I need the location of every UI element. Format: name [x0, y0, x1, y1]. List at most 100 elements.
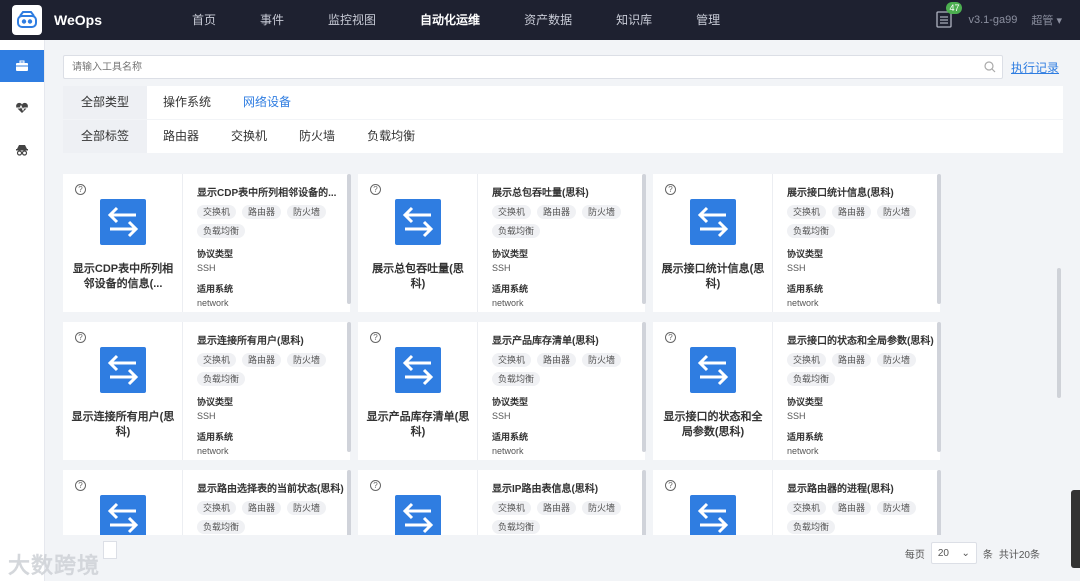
main-scrollbar[interactable] — [1057, 268, 1061, 398]
pager: 每页 20 ⌄ 条 共计20条 — [905, 542, 1040, 564]
protocol-value: SSH — [787, 263, 806, 273]
swap-arrows-icon — [107, 502, 139, 534]
protocol-label: 协议类型 — [197, 397, 234, 407]
nav-item-events[interactable]: 事件 — [238, 0, 306, 40]
tool-card[interactable]: ? 显示IP路由表信息(思科) 显示IP路由表信息(思科) 交换机路由器防火墙负… — [358, 470, 646, 535]
side-widget[interactable] — [1071, 490, 1080, 568]
tool-tile — [395, 199, 441, 245]
card-detail: 显示产品库存清单(思科) 交换机 路由器 防火墙 负载均衡 协议类型 SSH 适用系统… — [492, 332, 642, 456]
sidebar-item-agent[interactable] — [0, 134, 44, 166]
protocol-label: 协议类型 — [197, 249, 234, 259]
help-icon[interactable]: ? — [665, 184, 676, 195]
card-title: 显示IP路由表信息(思科) — [492, 484, 599, 495]
tool-card[interactable]: ? 显示接口的状态和全局参数(思科) 显示接口的状态和全局参数(思科) 交换机路… — [653, 322, 941, 460]
type-filter-all[interactable]: 全部类型 — [63, 86, 148, 119]
swap-arrows-icon — [697, 502, 729, 534]
nav-item-admin[interactable]: 管理 — [674, 0, 742, 40]
tag-list: 交换机 路由器 防火墙 负载均衡 — [787, 205, 927, 238]
card-summary: ? 展示总包吞吐量(思科) — [358, 174, 478, 312]
nav-item-monitor[interactable]: 监控视图 — [306, 0, 398, 40]
protocol-value: SSH — [197, 411, 216, 421]
tool-card[interactable]: ? 显示路由器的进程(思科) 显示路由器的进程(思科) 交换机路由器防火墙负载均… — [653, 470, 941, 535]
card-scrollbar[interactable] — [642, 174, 646, 304]
tag-chip: 交换机 — [492, 353, 532, 367]
nav-item-automation[interactable]: 自动化运维 — [398, 0, 502, 40]
tag-chip: 负载均衡 — [492, 372, 541, 386]
help-icon[interactable]: ? — [75, 184, 86, 195]
help-icon[interactable]: ? — [370, 332, 381, 343]
tool-card[interactable]: ? 显示路由选择表的当前状态(思科) 显示路由选择表的当前状态(思科) 交换机路… — [63, 470, 351, 535]
swap-arrows-icon — [402, 206, 434, 238]
card-scrollbar[interactable] — [347, 470, 351, 535]
tag-chip: 防火墙 — [582, 205, 622, 219]
sidebar-item-health[interactable] — [0, 92, 44, 124]
app-logo[interactable] — [12, 5, 42, 35]
tag-list: 交换机 路由器 防火墙 负载均衡 — [197, 205, 337, 238]
help-icon[interactable]: ? — [665, 332, 676, 343]
card-scrollbar[interactable] — [347, 322, 351, 452]
card-scrollbar[interactable] — [642, 470, 646, 535]
card-scrollbar[interactable] — [642, 322, 646, 452]
tag-chip: 交换机 — [787, 501, 827, 515]
card-summary: ? 展示接口统计信息(思科) — [653, 174, 773, 312]
tool-card[interactable]: ? 显示产品库存清单(思科) 显示产品库存清单(思科) 交换机 路由器 防火墙 负载均… — [358, 322, 646, 460]
tag-chip: 交换机 — [492, 501, 532, 515]
nav-item-assets[interactable]: 资产数据 — [502, 0, 594, 40]
tag-filter-switch[interactable]: 交换机 — [215, 120, 283, 153]
card-detail: 展示总包吞吐量(思科) 交换机 路由器 防火墙 负载均衡 协议类型 SSH 适用系统 … — [492, 184, 642, 308]
page-number-button[interactable] — [103, 541, 117, 559]
tag-list: 交换机 路由器 防火墙 负载均衡 — [492, 501, 632, 534]
notification-button[interactable]: 47 — [936, 2, 963, 30]
execution-record-link[interactable]: 执行记录 — [1011, 59, 1059, 76]
system-label: 适用系统 — [492, 432, 529, 442]
tool-tile — [100, 347, 146, 393]
protocol-value: SSH — [787, 411, 806, 421]
search-input[interactable] — [64, 56, 964, 78]
briefcase-icon — [16, 60, 28, 71]
system-label: 适用系统 — [197, 284, 234, 294]
protocol-value: SSH — [492, 411, 511, 421]
system-value: network — [787, 298, 819, 308]
card-summary: ? 显示CDP表中所列相邻设备的信息(... — [63, 174, 183, 312]
card-title: 展示总包吞吐量(思科) — [492, 188, 589, 199]
card-scrollbar[interactable] — [937, 174, 941, 304]
tag-filter-load-balancer[interactable]: 负载均衡 — [351, 120, 431, 153]
protocol-label: 协议类型 — [492, 397, 529, 407]
nav-item-knowledge[interactable]: 知识库 — [594, 0, 674, 40]
system-value: network — [492, 446, 524, 456]
tag-filter-all[interactable]: 全部标签 — [63, 120, 148, 153]
page-size-select[interactable]: 20 ⌄ — [930, 542, 977, 564]
help-icon[interactable]: ? — [370, 184, 381, 195]
tag-chip: 路由器 — [242, 501, 282, 515]
tool-card[interactable]: ? 显示连接所有用户(思科) 显示连接所有用户(思科) 交换机 路由器 防火墙 负载均… — [63, 322, 351, 460]
card-title: 显示连接所有用户(思科) — [197, 336, 304, 347]
heart-pulse-icon — [16, 102, 28, 113]
tag-chip: 负载均衡 — [197, 520, 246, 534]
card-scrollbar[interactable] — [937, 322, 941, 452]
tag-chip: 防火墙 — [287, 501, 327, 515]
protocol-label: 协议类型 — [787, 397, 824, 407]
tool-card[interactable]: ? 展示接口统计信息(思科) 展示接口统计信息(思科) 交换机 路由器 防火墙 负载均… — [653, 174, 941, 312]
sidebar-item-toolbox[interactable] — [0, 50, 44, 82]
card-scrollbar[interactable] — [937, 470, 941, 535]
card-summary: ? 显示连接所有用户(思科) — [63, 322, 183, 460]
help-icon[interactable]: ? — [75, 332, 86, 343]
tool-card[interactable]: ? 展示总包吞吐量(思科) 展示总包吞吐量(思科) 交换机 路由器 防火墙 负载均衡 … — [358, 174, 646, 312]
card-summary: ? 显示产品库存清单(思科) — [358, 322, 478, 460]
card-detail: 显示路由选择表的当前状态(思科) 交换机路由器防火墙负载均衡 协议类型 SSH … — [197, 480, 347, 535]
tag-filter-router[interactable]: 路由器 — [147, 120, 215, 153]
type-filter-network[interactable]: 网络设备 — [227, 86, 307, 119]
search-icon[interactable] — [984, 61, 996, 73]
nav-item-home[interactable]: 首页 — [170, 0, 238, 40]
help-icon[interactable]: ? — [370, 480, 381, 491]
tag-filter-firewall[interactable]: 防火墙 — [283, 120, 351, 153]
type-filter-os[interactable]: 操作系统 — [147, 86, 227, 119]
search-box — [63, 55, 1003, 79]
user-menu[interactable]: 超管 ▾ — [1031, 12, 1062, 28]
help-icon[interactable]: ? — [665, 480, 676, 491]
tool-tile — [690, 347, 736, 393]
system-label: 适用系统 — [787, 432, 824, 442]
card-scrollbar[interactable] — [347, 174, 351, 304]
help-icon[interactable]: ? — [75, 480, 86, 491]
tool-card[interactable]: ? 显示CDP表中所列相邻设备的信息(... 显示CDP表中所列相邻设备的...… — [63, 174, 351, 312]
